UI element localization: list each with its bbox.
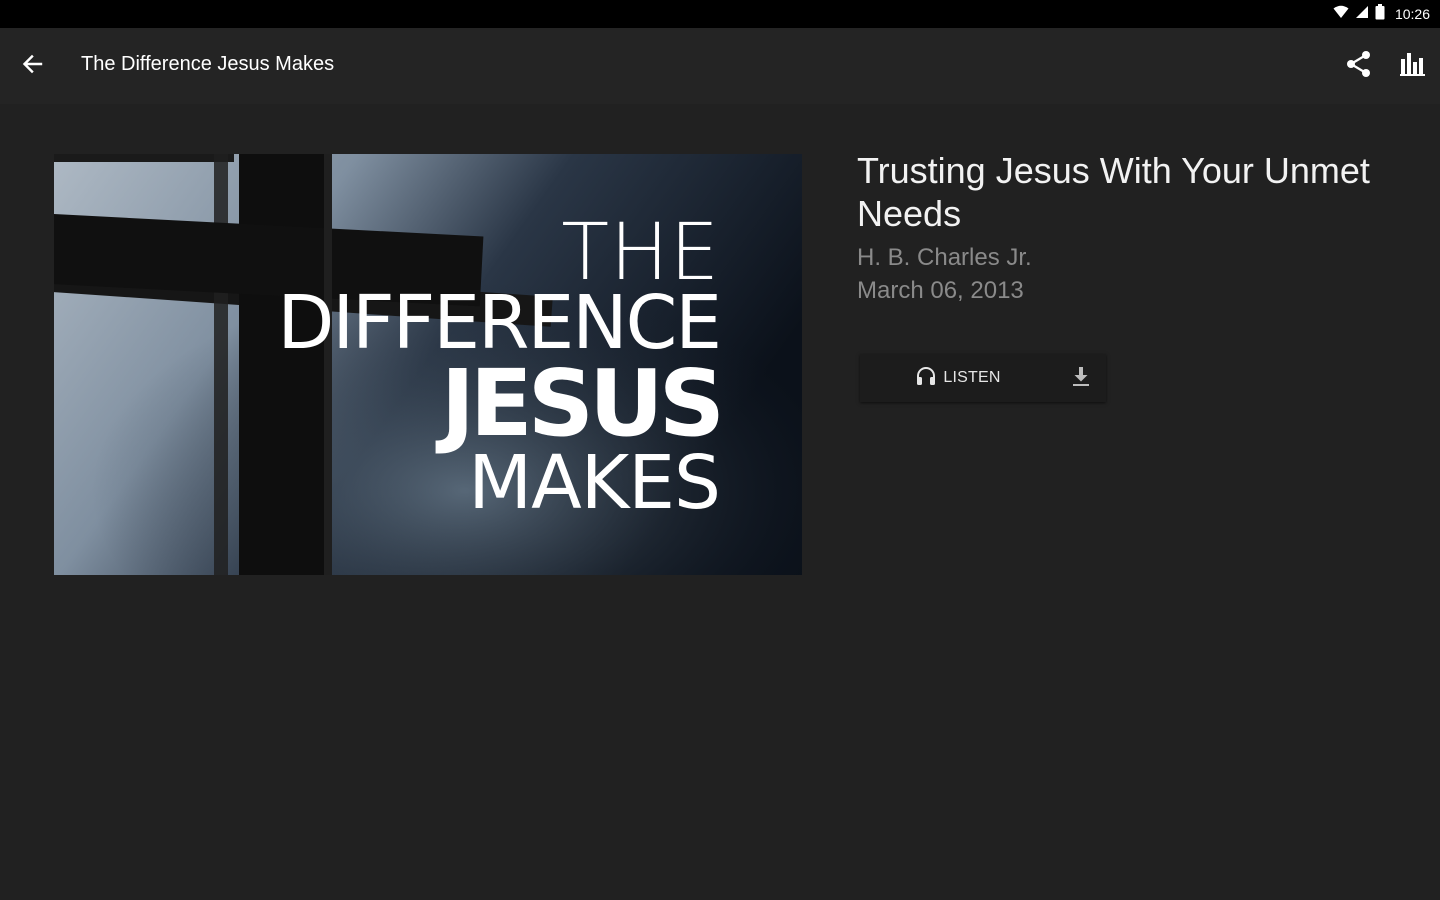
app-bar: The Difference Jesus Makes [0, 28, 1440, 104]
bar-chart-icon [1399, 50, 1427, 83]
status-icons: 10:26 [1333, 3, 1430, 25]
battery-icon [1375, 3, 1385, 25]
artwork-text: THE DIFFERENCE JESUS MAKES [277, 208, 725, 526]
artwork-line-1: THE [561, 208, 720, 298]
share-button[interactable] [1338, 46, 1380, 86]
speaker-name: H. B. Charles Jr. [857, 244, 1032, 271]
stats-button[interactable] [1392, 46, 1434, 86]
artwork-line-2: DIFFERENCE [277, 280, 722, 366]
artwork-line-4: MAKES [468, 440, 721, 526]
back-button[interactable] [12, 46, 52, 86]
sermon-date: March 06, 2013 [857, 277, 1024, 304]
listen-label: LISTEN [943, 369, 1001, 386]
signal-icon [1355, 5, 1369, 24]
series-artwork: THE DIFFERENCE JESUS MAKES [54, 154, 802, 575]
status-bar: 10:26 [0, 0, 1440, 28]
arrow-back-icon [21, 53, 43, 80]
sermon-title: Trusting Jesus With Your Unmet Needs [857, 150, 1370, 234]
artwork-line-3: JESUS [440, 350, 725, 457]
headphones-icon [915, 365, 937, 392]
status-time: 10:26 [1394, 6, 1430, 22]
listen-button[interactable]: LISTEN [860, 354, 1056, 402]
download-button[interactable] [1056, 354, 1106, 402]
share-icon [1344, 49, 1374, 84]
wifi-icon [1333, 5, 1349, 24]
page-title: The Difference Jesus Makes [81, 53, 335, 75]
download-icon [1071, 365, 1091, 392]
audio-actions: LISTEN [860, 354, 1106, 402]
